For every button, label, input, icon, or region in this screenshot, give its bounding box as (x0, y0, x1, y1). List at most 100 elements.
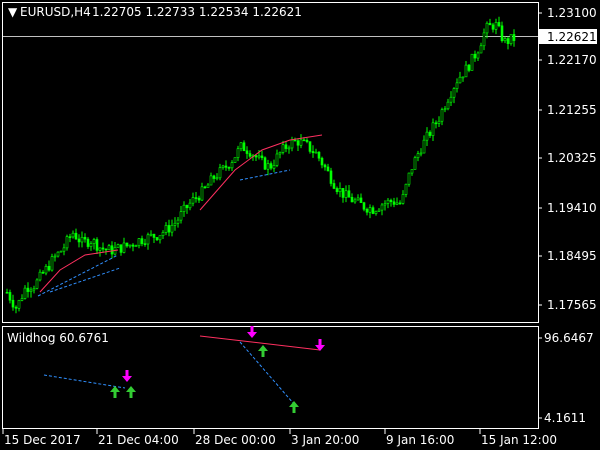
candle-body (92, 239, 96, 244)
price-tick-label: 1.22170 (547, 53, 597, 67)
price-tick-label: 1.23100 (547, 6, 597, 20)
candle-body (197, 197, 201, 201)
time-tick-label: 9 Jan 16:00 (386, 433, 454, 447)
trendline-blue-3 (239, 169, 291, 181)
candle-body (122, 242, 126, 253)
candle-body (347, 190, 351, 198)
candle-body (467, 64, 471, 71)
candle-body (80, 236, 84, 243)
candle-body (8, 292, 12, 301)
candle-body (437, 120, 441, 124)
candle-body (377, 209, 381, 212)
candle-body (74, 232, 78, 240)
candle-body (440, 109, 444, 122)
candle-body (149, 233, 153, 236)
candle-body (383, 203, 387, 206)
candle-body (353, 199, 357, 203)
candles-series (5, 16, 516, 314)
candle-body (407, 172, 411, 185)
candle-body (71, 232, 75, 238)
indicator-tick-label: 4.1611 (544, 411, 586, 425)
candle-body (224, 165, 228, 168)
candle-body (326, 166, 330, 172)
candle-body (230, 162, 234, 169)
candle-body (158, 235, 162, 241)
indicator-tick-label: 96.6467 (544, 331, 594, 345)
candle-body (119, 244, 123, 253)
time-tick-label: 15 Jan 12:00 (481, 433, 557, 447)
candle-body (476, 52, 480, 59)
candle-body (14, 306, 18, 309)
candle-body (425, 131, 429, 141)
candle-body (317, 151, 321, 159)
candle-body (302, 139, 306, 142)
candle-body (491, 24, 495, 30)
candle-body (260, 155, 264, 158)
candle-body (107, 245, 111, 251)
candle-body (512, 34, 516, 41)
candle-body (179, 211, 183, 221)
candle-body (455, 82, 459, 89)
candle-body (482, 32, 486, 47)
candle-body (464, 64, 468, 78)
candle-body (143, 243, 147, 245)
candle-body (389, 199, 393, 203)
candle-body (434, 122, 438, 125)
candle-body (446, 101, 450, 110)
candle-body (488, 22, 492, 26)
candle-body (329, 170, 333, 184)
candle-body (356, 197, 360, 201)
candle-body (200, 186, 204, 201)
candle-body (50, 256, 54, 271)
symbol-caret-icon[interactable]: ▼ (8, 5, 18, 19)
candle-body (137, 238, 141, 246)
candle-body (68, 236, 72, 238)
trading-chart[interactable]: ▼ EURUSD,H4 1.22705 1.22733 1.22534 1.22… (0, 0, 600, 450)
candle-body (284, 144, 288, 149)
candle-body (185, 204, 189, 209)
candle-body (362, 202, 366, 210)
candle-body (365, 208, 369, 213)
candle-body (161, 232, 165, 236)
candle-body (269, 163, 273, 169)
trendline-blue-1 (37, 254, 119, 297)
candle-body (452, 88, 456, 98)
arrow-up-icon (126, 386, 136, 398)
current-price-label: 1.22621 (547, 30, 597, 44)
candle-body (212, 175, 216, 179)
candle-body (254, 155, 258, 158)
candle-body (374, 211, 378, 214)
candle-body (182, 204, 186, 212)
price-tick-label: 1.17565 (547, 298, 597, 312)
indicator-line-blue-1 (43, 374, 126, 389)
time-tick-label: 15 Dec 2017 (4, 433, 81, 447)
candle-body (272, 165, 276, 169)
price-tick-label: 1.21255 (547, 103, 597, 117)
candle-body (422, 139, 426, 154)
candle-body (431, 122, 435, 136)
candle-body (101, 247, 105, 250)
time-tick-label: 3 Jan 20:00 (291, 433, 359, 447)
candle-body (308, 141, 312, 152)
indicator-title: Wildhog 60.6761 (7, 331, 109, 345)
candle-body (299, 139, 303, 146)
candle-body (110, 245, 114, 255)
candle-body (41, 271, 45, 274)
candle-body (29, 289, 33, 292)
candle-body (500, 25, 504, 42)
candle-body (305, 139, 309, 142)
candle-body (503, 38, 507, 42)
candle-body (83, 236, 87, 240)
candle-body (56, 251, 60, 257)
price-tick-label: 1.19410 (547, 201, 597, 215)
candle-body (164, 225, 168, 233)
candle-body (392, 201, 396, 205)
indicator-arrows (110, 326, 325, 413)
candle-body (344, 190, 348, 198)
candle-body (77, 238, 81, 243)
candle-body (146, 234, 150, 245)
candle-body (368, 207, 372, 213)
candle-body (206, 184, 210, 188)
candle-body (473, 53, 477, 59)
candle-body (449, 96, 453, 103)
